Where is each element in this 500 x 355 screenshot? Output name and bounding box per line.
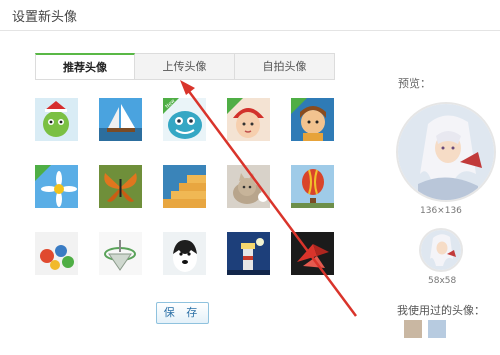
preview-label: 预览： xyxy=(398,77,431,90)
girl-red-hat-icon xyxy=(227,98,270,141)
avatar-option[interactable] xyxy=(35,232,78,275)
dialog-title: 设置新头像 xyxy=(12,10,78,25)
avatar-option[interactable] xyxy=(227,165,270,208)
kitten-icon xyxy=(227,165,270,208)
daisy-flower-icon xyxy=(35,165,78,208)
butterfly-icon xyxy=(99,165,142,208)
used-avatar-thumb[interactable] xyxy=(428,320,446,338)
avatar-option[interactable] xyxy=(99,165,142,208)
avatar-option[interactable] xyxy=(163,165,206,208)
stairs-icon xyxy=(163,165,206,208)
avatar-option[interactable] xyxy=(291,232,334,275)
tabs-divider xyxy=(35,79,335,80)
avatar-option[interactable] xyxy=(163,232,206,275)
avatar-option[interactable] xyxy=(227,98,270,141)
preview-small-avatar xyxy=(421,230,461,270)
spinning-top-icon xyxy=(99,232,142,275)
used-avatar-thumb[interactable] xyxy=(404,320,422,338)
tab-selfie-avatar[interactable]: 自拍头像 xyxy=(235,53,335,80)
anime-character-icon xyxy=(398,104,494,200)
preview-large-avatar xyxy=(398,104,494,200)
blue-monster-icon: New xyxy=(163,98,206,141)
anime-character-small-icon xyxy=(421,230,461,270)
avatar-option[interactable] xyxy=(291,165,334,208)
avatar-option[interactable] xyxy=(99,98,142,141)
tab-recommended-avatars[interactable]: 推荐头像 xyxy=(35,53,135,80)
preview-large-size: 136×136 xyxy=(420,206,462,216)
lighthouse-icon xyxy=(227,232,270,275)
avatar-option[interactable]: New xyxy=(163,98,206,141)
avatar-tabs: 推荐头像 上传头像 自拍头像 xyxy=(35,53,335,80)
avatar-option[interactable] xyxy=(227,232,270,275)
glass-marbles-icon xyxy=(35,232,78,275)
save-button[interactable]: 保 存 xyxy=(156,302,209,324)
used-avatars-label: 我使用过的头像： xyxy=(397,304,485,317)
preview-small-size: 58x58 xyxy=(428,276,457,286)
avatar-option[interactable] xyxy=(99,232,142,275)
sailboat-icon xyxy=(99,98,142,141)
title-divider xyxy=(0,30,500,31)
dog-icon xyxy=(163,232,206,275)
avatar-option[interactable] xyxy=(35,98,78,141)
avatar-option[interactable] xyxy=(35,165,78,208)
tab-upload-avatar[interactable]: 上传头像 xyxy=(135,53,235,80)
hot-air-balloon-icon xyxy=(291,165,334,208)
cartoon-plant-icon xyxy=(35,98,78,141)
cartoon-doll-icon xyxy=(291,98,334,141)
paper-crane-icon xyxy=(291,232,334,275)
avatar-option[interactable] xyxy=(291,98,334,141)
